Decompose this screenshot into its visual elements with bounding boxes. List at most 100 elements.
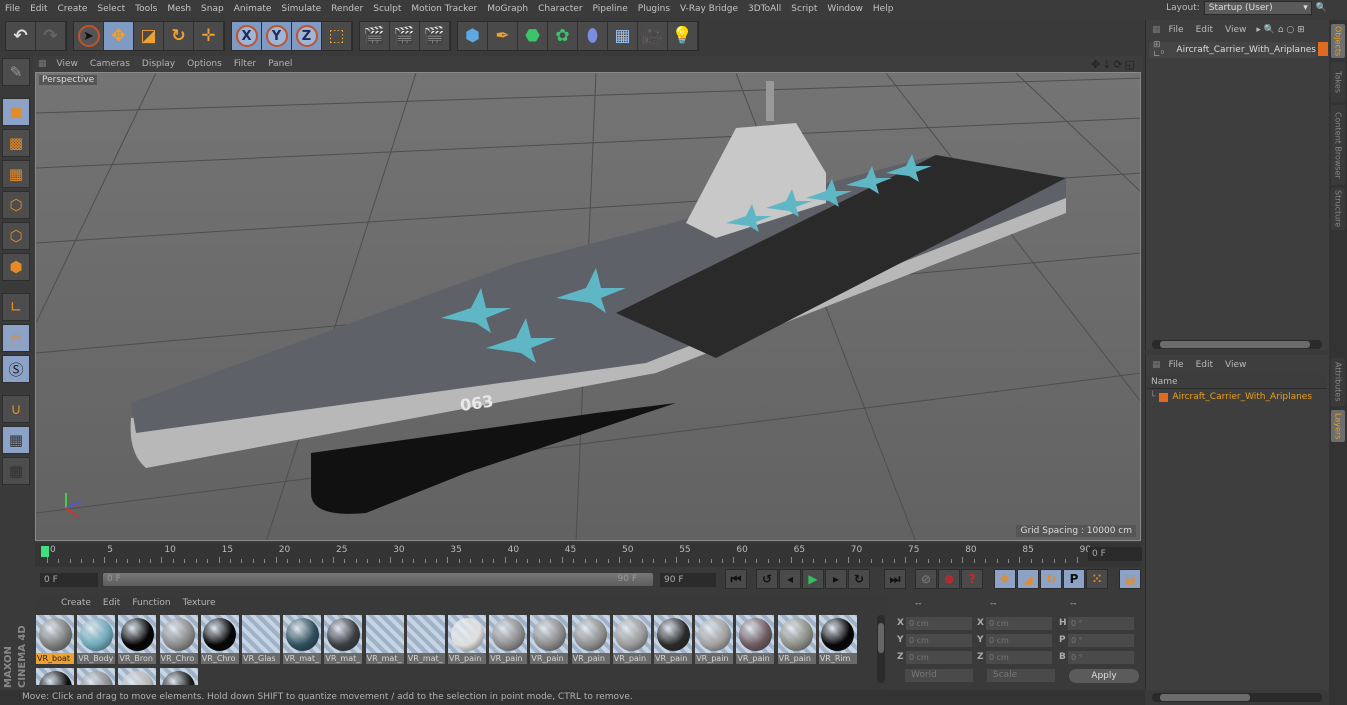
- next-frame-button[interactable]: ▸: [825, 569, 847, 589]
- light-icon[interactable]: 💡: [668, 22, 698, 50]
- playhead-marker[interactable]: [41, 546, 49, 557]
- position-key-button[interactable]: ✥: [994, 569, 1016, 589]
- cube-icon[interactable]: ⬢: [458, 22, 488, 50]
- menu-v-ray-bridge[interactable]: V-Ray Bridge: [675, 4, 743, 14]
- menu-mesh[interactable]: Mesh: [162, 4, 196, 14]
- menu-help[interactable]: Help: [868, 4, 899, 14]
- tab-layers[interactable]: Layers: [1331, 410, 1345, 442]
- go-to-start-button[interactable]: ⏮: [725, 569, 747, 589]
- coord-field-z-2[interactable]: 0 cm: [986, 651, 1052, 664]
- material-scroll-thumb[interactable]: [878, 623, 884, 653]
- move-icon[interactable]: ✥: [104, 22, 134, 50]
- live-selection-icon[interactable]: ➤: [74, 22, 104, 50]
- coord-field-y-2[interactable]: 0 cm: [986, 634, 1052, 647]
- object-row[interactable]: ⊞ ∟⁰ Aircraft_Carrier_With_Ariplanes: [1149, 40, 1316, 60]
- edges-mode-icon[interactable]: ⬡: [2, 222, 30, 250]
- render-settings-icon[interactable]: 🎬: [420, 22, 450, 50]
- redo-icon[interactable]: ↷: [36, 22, 66, 50]
- scale-icon[interactable]: ◪: [134, 22, 164, 50]
- coord-field-y-1[interactable]: 0 cm: [906, 634, 972, 647]
- viewport-menu-view[interactable]: View: [51, 59, 84, 69]
- coordinate-mode-dropdown[interactable]: World: [905, 669, 973, 682]
- material-menu-function[interactable]: Function: [126, 598, 176, 608]
- material-swatch[interactable]: VR_mat_: [283, 615, 322, 665]
- size-mode-dropdown[interactable]: Scale: [987, 669, 1055, 682]
- object-menu-view[interactable]: View: [1219, 25, 1252, 35]
- material-swatch[interactable]: VR_pain: [612, 615, 651, 665]
- search-icon[interactable]: 🔍: [1316, 3, 1327, 13]
- layer-column-header[interactable]: Name: [1147, 375, 1327, 389]
- menu-pipeline[interactable]: Pipeline: [588, 4, 633, 14]
- next-key-button[interactable]: ↻: [848, 569, 870, 589]
- keyframe-selection-button[interactable]: ?: [961, 569, 983, 589]
- end-frame-field[interactable]: 90 F: [660, 573, 716, 587]
- menu-animate[interactable]: Animate: [229, 4, 277, 14]
- timeline-window-button[interactable]: ▤: [1119, 569, 1141, 589]
- coord-field-x-2[interactable]: 0 cm: [986, 617, 1052, 630]
- rotation-key-button[interactable]: ↻: [1040, 569, 1062, 589]
- material-menu-edit[interactable]: Edit: [97, 598, 126, 608]
- material-swatch[interactable]: VR_Bron: [118, 615, 157, 665]
- tab-content-browser[interactable]: Content Browser: [1331, 105, 1345, 185]
- material-swatch[interactable]: VR_mat_: [406, 615, 445, 665]
- menu-plugins[interactable]: Plugins: [633, 4, 675, 14]
- menu-script[interactable]: Script: [786, 4, 822, 14]
- material-swatch[interactable]: VR_mat_: [365, 615, 404, 665]
- material-swatch[interactable]: VR_Chro: [200, 615, 239, 665]
- record-active-objects-button[interactable]: ⊘: [915, 569, 937, 589]
- apply-button[interactable]: Apply: [1069, 669, 1139, 683]
- coord-field-x-1[interactable]: 0 cm: [906, 617, 972, 630]
- material-swatch[interactable]: VR_pain: [448, 615, 486, 665]
- layer-row[interactable]: └ Aircraft_Carrier_With_Ariplanes: [1150, 390, 1312, 404]
- frame-range-slider[interactable]: 0 F 90 F: [103, 573, 653, 586]
- material-menu-texture[interactable]: Texture: [177, 598, 222, 608]
- layer-color-swatch[interactable]: [1159, 392, 1169, 402]
- parameter-key-button[interactable]: P: [1063, 569, 1085, 589]
- coord-field-p-3[interactable]: 0 °: [1068, 634, 1134, 647]
- snap-icon[interactable]: ∪: [2, 395, 30, 423]
- coord-field-b-3[interactable]: 0 °: [1068, 651, 1134, 664]
- material-swatch[interactable]: VR_pain: [489, 615, 528, 665]
- start-frame-field[interactable]: 0 F: [40, 573, 98, 587]
- coordinate-system-icon[interactable]: ⬚: [322, 22, 352, 50]
- object-menu-file[interactable]: File: [1163, 25, 1190, 35]
- coord-field-z-1[interactable]: 0 cm: [906, 651, 972, 664]
- menu-snap[interactable]: Snap: [196, 4, 229, 14]
- previous-frame-button[interactable]: ◂: [779, 569, 801, 589]
- layer-color-tag[interactable]: [1318, 42, 1328, 56]
- texture-mode-icon[interactable]: ▩: [2, 129, 30, 157]
- menu-window[interactable]: Window: [822, 4, 868, 14]
- pen-icon[interactable]: ✒: [488, 22, 518, 50]
- play-button[interactable]: ▶: [802, 569, 824, 589]
- layer-menu-file[interactable]: File: [1163, 360, 1190, 370]
- workplane-planar-icon[interactable]: ▦: [2, 457, 30, 485]
- menu-character[interactable]: Character: [533, 4, 587, 14]
- menu-file[interactable]: File: [0, 4, 25, 14]
- object-name[interactable]: Aircraft_Carrier_With_Ariplanes: [1176, 45, 1316, 55]
- material-swatch[interactable]: VR_Body: [77, 615, 116, 665]
- menu-select[interactable]: Select: [92, 4, 130, 14]
- layer-name[interactable]: Aircraft_Carrier_With_Ariplanes: [1172, 392, 1312, 402]
- floor-icon[interactable]: ▦: [608, 22, 638, 50]
- layout-dropdown[interactable]: Startup (User): [1203, 1, 1312, 15]
- material-swatch[interactable]: VR_pain: [530, 615, 569, 665]
- z-axis-icon[interactable]: Z: [292, 22, 322, 50]
- material-swatch[interactable]: VR_pain: [654, 615, 692, 665]
- scale-key-button[interactable]: ◪: [1017, 569, 1039, 589]
- material-swatch[interactable]: VR_Chro: [159, 615, 198, 665]
- viewport-menu-display[interactable]: Display: [136, 59, 181, 69]
- camera-label[interactable]: Perspective: [39, 75, 98, 85]
- menu-3dtoall[interactable]: 3DToAll: [743, 4, 786, 14]
- material-scrollbar[interactable]: [877, 615, 885, 683]
- layer-menu-view[interactable]: View: [1219, 360, 1252, 370]
- points-mode-icon[interactable]: ⬡: [2, 191, 30, 219]
- layer-hscroll[interactable]: [1152, 693, 1322, 702]
- deformer-icon[interactable]: ⬮: [578, 22, 608, 50]
- material-swatch[interactable]: VR_pain: [571, 615, 610, 665]
- material-swatch[interactable]: VR_boat: [36, 615, 74, 665]
- render-view-icon[interactable]: 🎬: [360, 22, 390, 50]
- undo-icon[interactable]: ↶: [6, 22, 36, 50]
- menu-mograph[interactable]: MoGraph: [482, 4, 533, 14]
- timeline-ruler[interactable]: 0 5 10 15 20 25 30 35 40 45 50 55 60 65 70 75 80 85 90: [35, 543, 1141, 567]
- autokey-button[interactable]: ⊚: [938, 569, 960, 589]
